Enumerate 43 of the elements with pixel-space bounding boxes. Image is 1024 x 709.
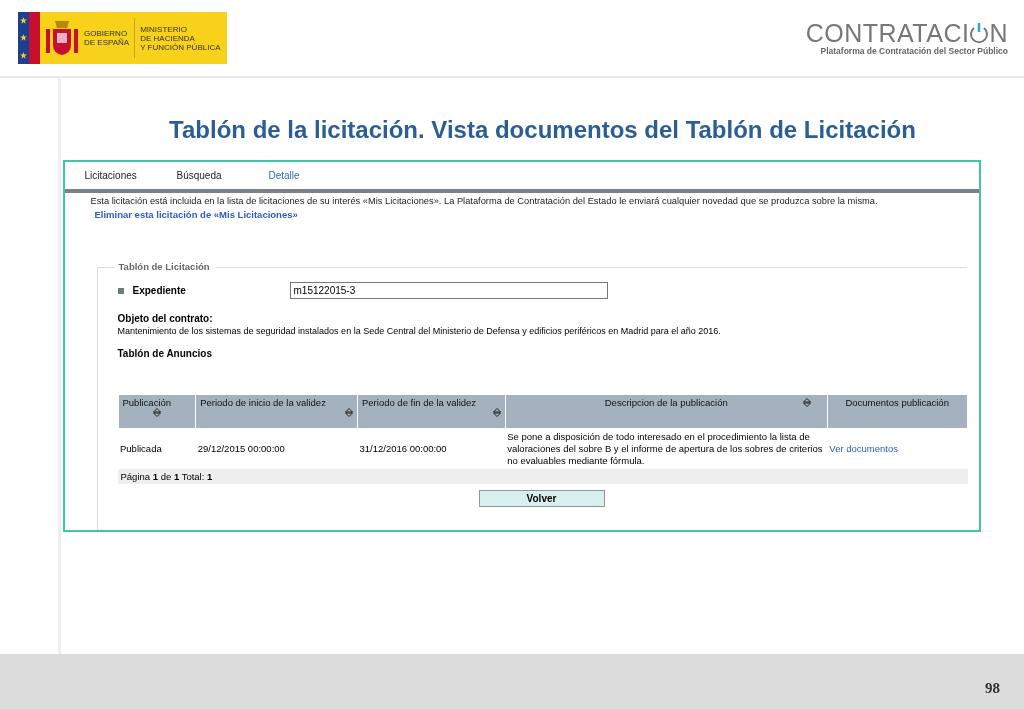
- field-label: Expediente: [132, 285, 187, 296]
- logo-text: DE ESPAÑA: [84, 38, 130, 47]
- remove-link[interactable]: Eliminar esta licitación de «Mis Licitaciones»: [94, 209, 979, 220]
- brand-subtitle: Plataforma de Contratación del Sector Público: [820, 46, 1008, 56]
- table-cell: Se pone a disposición de todo interesado en el procedimiento la lista de valoraciones del sobre B y el informe de apertura de los sobres de criterios no evaluables mediante fórmula.: [505, 428, 828, 469]
- column-header[interactable]: Documentos publicación: [827, 394, 967, 429]
- brand-name: CONTRATACI: [805, 20, 970, 46]
- objeto-text: Mantenimiento de los sistemas de seguridad instalados en la Sede Central del Ministerio de Defensa y edificios periféricos en Madrid para el año 2016.: [117, 326, 722, 336]
- table-cell: 31/12/2016 00:00:00: [357, 428, 506, 469]
- expediente-field[interactable]: m15122015-3: [289, 282, 608, 299]
- column-header[interactable]: Periodo de fin de la validez: [357, 394, 506, 429]
- logo-text: Y FUNCIÓN PÚBLICA: [140, 42, 221, 52]
- fieldset-legend: Tablón de Licitación: [113, 261, 215, 272]
- sort-icon: [345, 408, 353, 417]
- column-header[interactable]: Descripcion de la publicación: [505, 394, 828, 429]
- column-header[interactable]: Publicación: [118, 394, 196, 429]
- logo-text: DE HACIENDA: [140, 33, 196, 43]
- logo-text: MINISTERIO: [140, 24, 188, 34]
- star-icon: [20, 17, 27, 25]
- notice-text: Esta licitación está incluida en la lista de licitaciones de su interés «Mis Licitaciones». La Plataforma de Contratación del Estado le enviará cualquier novedad que se produzca sobre la misma.: [90, 196, 879, 206]
- table-cell: 29/12/2015 00:00:00: [195, 428, 358, 469]
- logo-text: GOBIERNO: [84, 29, 129, 38]
- brand-name: N: [989, 20, 1008, 46]
- table-cell: Publicada: [118, 428, 196, 469]
- coat-of-arms-icon: [45, 19, 79, 57]
- bullet-icon: [117, 287, 124, 294]
- star-icon: [20, 34, 27, 42]
- star-icon: [20, 51, 27, 59]
- pagination-text: Página 1 de 1 Total: 1: [120, 471, 213, 482]
- column-header[interactable]: Periodo de inicio de la validez: [195, 394, 358, 429]
- tab[interactable]: Licitaciones: [84, 170, 177, 181]
- tab[interactable]: Búsqueda: [176, 170, 269, 181]
- slide-title: Tablón de la licitación. Vista documentos del Tablón de Licitación: [169, 116, 916, 144]
- sort-icon: [802, 398, 811, 407]
- sort-icon: [492, 408, 501, 417]
- tab[interactable]: Detalle: [268, 170, 361, 181]
- back-button[interactable]: Volver: [478, 490, 605, 507]
- sort-icon: [152, 408, 161, 417]
- section-label: Tablón de Anuncios: [117, 348, 213, 359]
- documents-link[interactable]: Ver documentos: [829, 443, 898, 454]
- power-icon: [969, 22, 990, 44]
- page-number: 98: [985, 680, 1000, 697]
- section-label: Objeto del contrato:: [117, 313, 214, 324]
